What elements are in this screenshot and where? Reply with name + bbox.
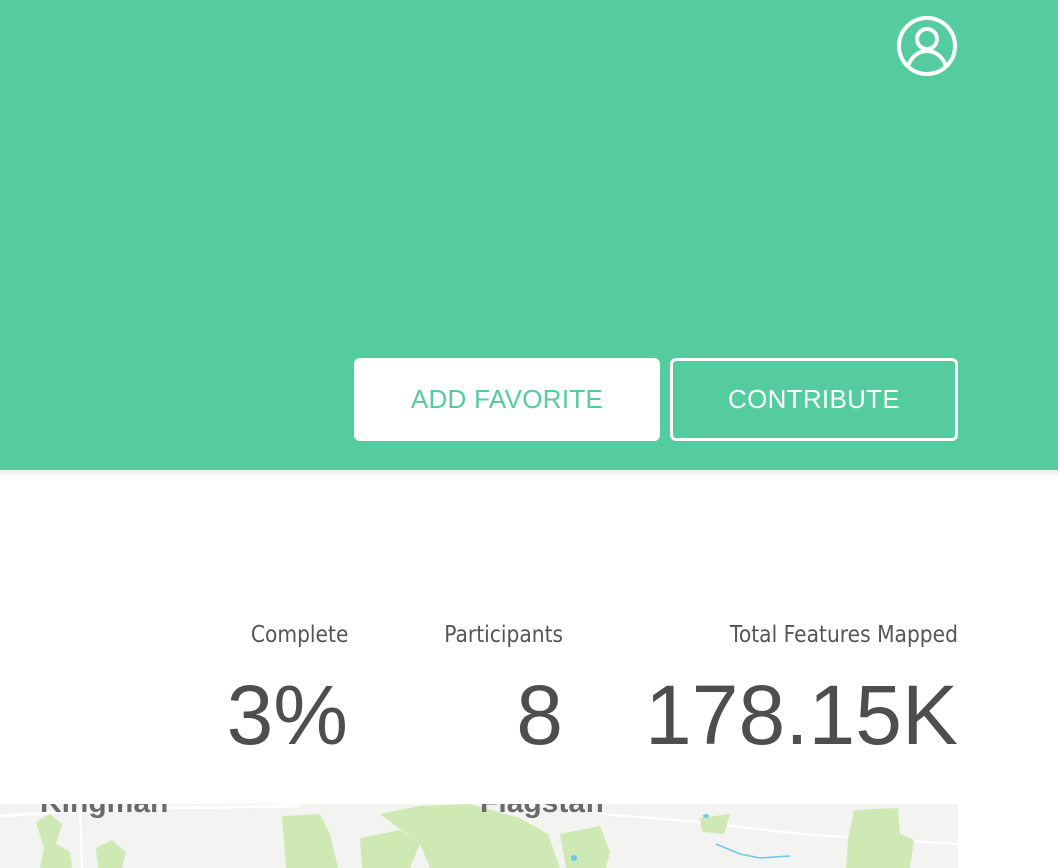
map-label-kingman: Kingman	[40, 804, 168, 820]
stat-total-features: Total Features Mapped 178.15K	[645, 620, 958, 760]
project-header: ADD FAVORITE CONTRIBUTE	[0, 0, 1058, 470]
stat-participants-label: Participants	[444, 622, 563, 648]
map-label-flagstaff: Flagstaff	[480, 804, 605, 820]
stat-total-features-label: Total Features Mapped	[729, 622, 958, 648]
project-map[interactable]: Kingman Flagstaff	[0, 804, 958, 868]
contribute-button[interactable]: CONTRIBUTE	[670, 358, 958, 441]
stat-total-features-value: 178.15K	[645, 668, 958, 762]
stat-participants-value: 8	[516, 668, 563, 762]
stat-complete: Complete 3%	[227, 620, 348, 760]
stat-complete-label: Complete	[250, 622, 348, 648]
user-circle-icon	[897, 16, 957, 76]
user-profile-button[interactable]	[896, 15, 958, 77]
stat-complete-value: 3%	[226, 668, 348, 762]
stat-participants: Participants 8	[428, 620, 563, 760]
add-favorite-button[interactable]: ADD FAVORITE	[354, 358, 660, 441]
header-divider	[0, 470, 1058, 477]
